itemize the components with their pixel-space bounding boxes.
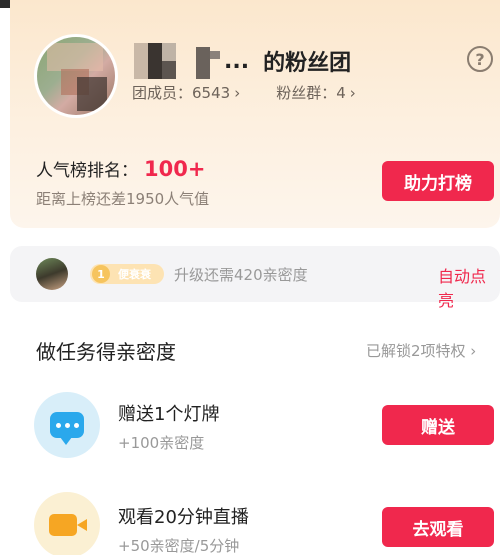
help-icon[interactable]: ? bbox=[467, 46, 493, 72]
task-title: 赠送1个灯牌 bbox=[118, 404, 220, 425]
badge-level: 1 bbox=[92, 265, 110, 283]
avatar-image bbox=[37, 37, 115, 115]
tasks-title: 做任务得亲密度 bbox=[36, 340, 176, 364]
boost-rank-button[interactable]: 助力打榜 bbox=[382, 161, 494, 201]
blurred-host-name bbox=[134, 43, 224, 79]
level-progress-card: 1 便衰衰 升级还需420亲密度 自动点亮 bbox=[10, 246, 500, 310]
task-reward: +50亲密度/5分钟 bbox=[118, 537, 240, 555]
members-count: 团成员：6543 bbox=[132, 84, 231, 102]
chevron-right-icon: › bbox=[349, 84, 356, 102]
message-icon bbox=[34, 392, 100, 458]
video-icon bbox=[34, 492, 100, 555]
popularity-rank: 人气榜排名： 100+ bbox=[36, 156, 205, 181]
user-avatar bbox=[36, 258, 68, 290]
rank-label: 人气榜排名： bbox=[36, 161, 138, 181]
send-light-button[interactable]: 赠送 bbox=[382, 405, 494, 445]
level-progress-text: 升级还需420亲密度 bbox=[174, 266, 308, 284]
auto-light-link[interactable]: 自动点亮 bbox=[438, 263, 500, 311]
chevron-right-icon: › bbox=[234, 84, 241, 102]
watch-live-button[interactable]: 去观看 bbox=[382, 507, 494, 547]
fan-badge: 1 便衰衰 bbox=[90, 264, 164, 284]
club-stats: 团成员：6543 › 粉丝群：4 › bbox=[132, 82, 356, 103]
rank-value: 100+ bbox=[144, 157, 206, 181]
club-name: 的粉丝团 bbox=[263, 51, 352, 76]
task-reward: +100亲密度 bbox=[118, 434, 205, 452]
fan-groups-link[interactable]: 粉丝群：4 › bbox=[276, 82, 356, 103]
badge-name: 便衰衰 bbox=[118, 268, 151, 281]
task-title: 观看20分钟直播 bbox=[118, 507, 249, 528]
name-ellipsis: ... bbox=[224, 48, 250, 74]
rank-gap-text: 距离上榜还差1950人气值 bbox=[36, 190, 210, 208]
unlocked-privileges-link[interactable]: 已解锁2项特权 › bbox=[366, 340, 476, 361]
club-title: ... 的粉丝团 bbox=[134, 43, 352, 79]
fan-groups-count: 粉丝群：4 bbox=[276, 84, 346, 102]
host-avatar[interactable] bbox=[34, 34, 118, 118]
members-link[interactable]: 团成员：6543 › bbox=[132, 82, 240, 103]
